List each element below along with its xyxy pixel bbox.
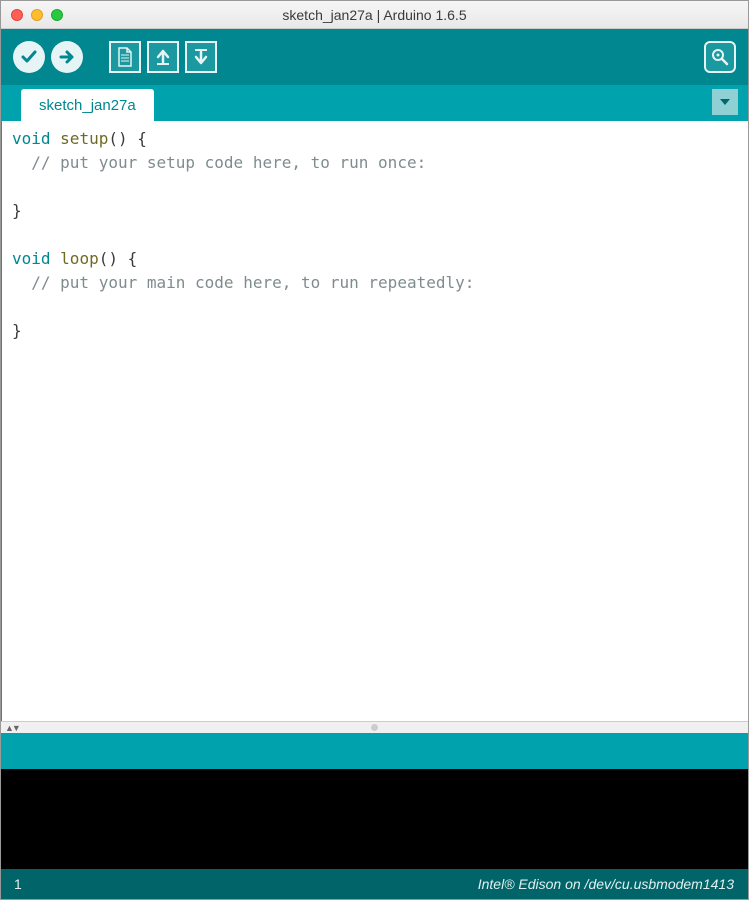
serial-monitor-button[interactable]: [704, 41, 736, 73]
window-title: sketch_jan27a | Arduino 1.6.5: [1, 7, 748, 23]
line-number: 1: [14, 876, 22, 892]
maximize-icon[interactable]: [51, 9, 63, 21]
open-button[interactable]: [147, 41, 179, 73]
tab-menu-button[interactable]: [712, 89, 738, 115]
arrow-right-icon: [58, 48, 76, 66]
code-token: // put your setup code here, to run once…: [12, 153, 426, 172]
splitter-arrows-icon: ▲▼: [5, 723, 19, 733]
status-bar: [1, 733, 748, 769]
code-token: // put your main code here, to run repea…: [12, 273, 474, 292]
save-button[interactable]: [185, 41, 217, 73]
code-token: void: [12, 129, 60, 148]
code-token: }: [12, 321, 22, 340]
tab-active[interactable]: sketch_jan27a: [21, 89, 154, 121]
code-editor[interactable]: void setup() { // put your setup code he…: [1, 121, 748, 721]
verify-button[interactable]: [13, 41, 45, 73]
chevron-down-icon: [719, 96, 731, 108]
code-token: setup: [60, 129, 108, 148]
code-token: void: [12, 249, 60, 268]
new-button[interactable]: [109, 41, 141, 73]
magnifier-icon: [710, 47, 730, 67]
check-icon: [20, 48, 38, 66]
tabbar: sketch_jan27a: [1, 85, 748, 121]
code-token: () {: [99, 249, 138, 268]
code-token: loop: [60, 249, 99, 268]
toolbar: [1, 29, 748, 85]
titlebar[interactable]: sketch_jan27a | Arduino 1.6.5: [1, 1, 748, 29]
minimize-icon[interactable]: [31, 9, 43, 21]
code-token: }: [12, 201, 22, 220]
arrow-up-icon: [154, 48, 172, 66]
splitter[interactable]: ▲▼: [1, 721, 748, 733]
code-token: () {: [108, 129, 147, 148]
close-icon[interactable]: [11, 9, 23, 21]
board-port-label: Intel® Edison on /dev/cu.usbmodem1413: [478, 876, 734, 892]
splitter-grip-icon: [371, 724, 378, 731]
file-icon: [116, 47, 134, 67]
upload-button[interactable]: [51, 41, 83, 73]
window-controls: [11, 9, 63, 21]
footer: 1 Intel® Edison on /dev/cu.usbmodem1413: [1, 869, 748, 899]
console-output[interactable]: [1, 769, 748, 869]
arrow-down-icon: [192, 48, 210, 66]
